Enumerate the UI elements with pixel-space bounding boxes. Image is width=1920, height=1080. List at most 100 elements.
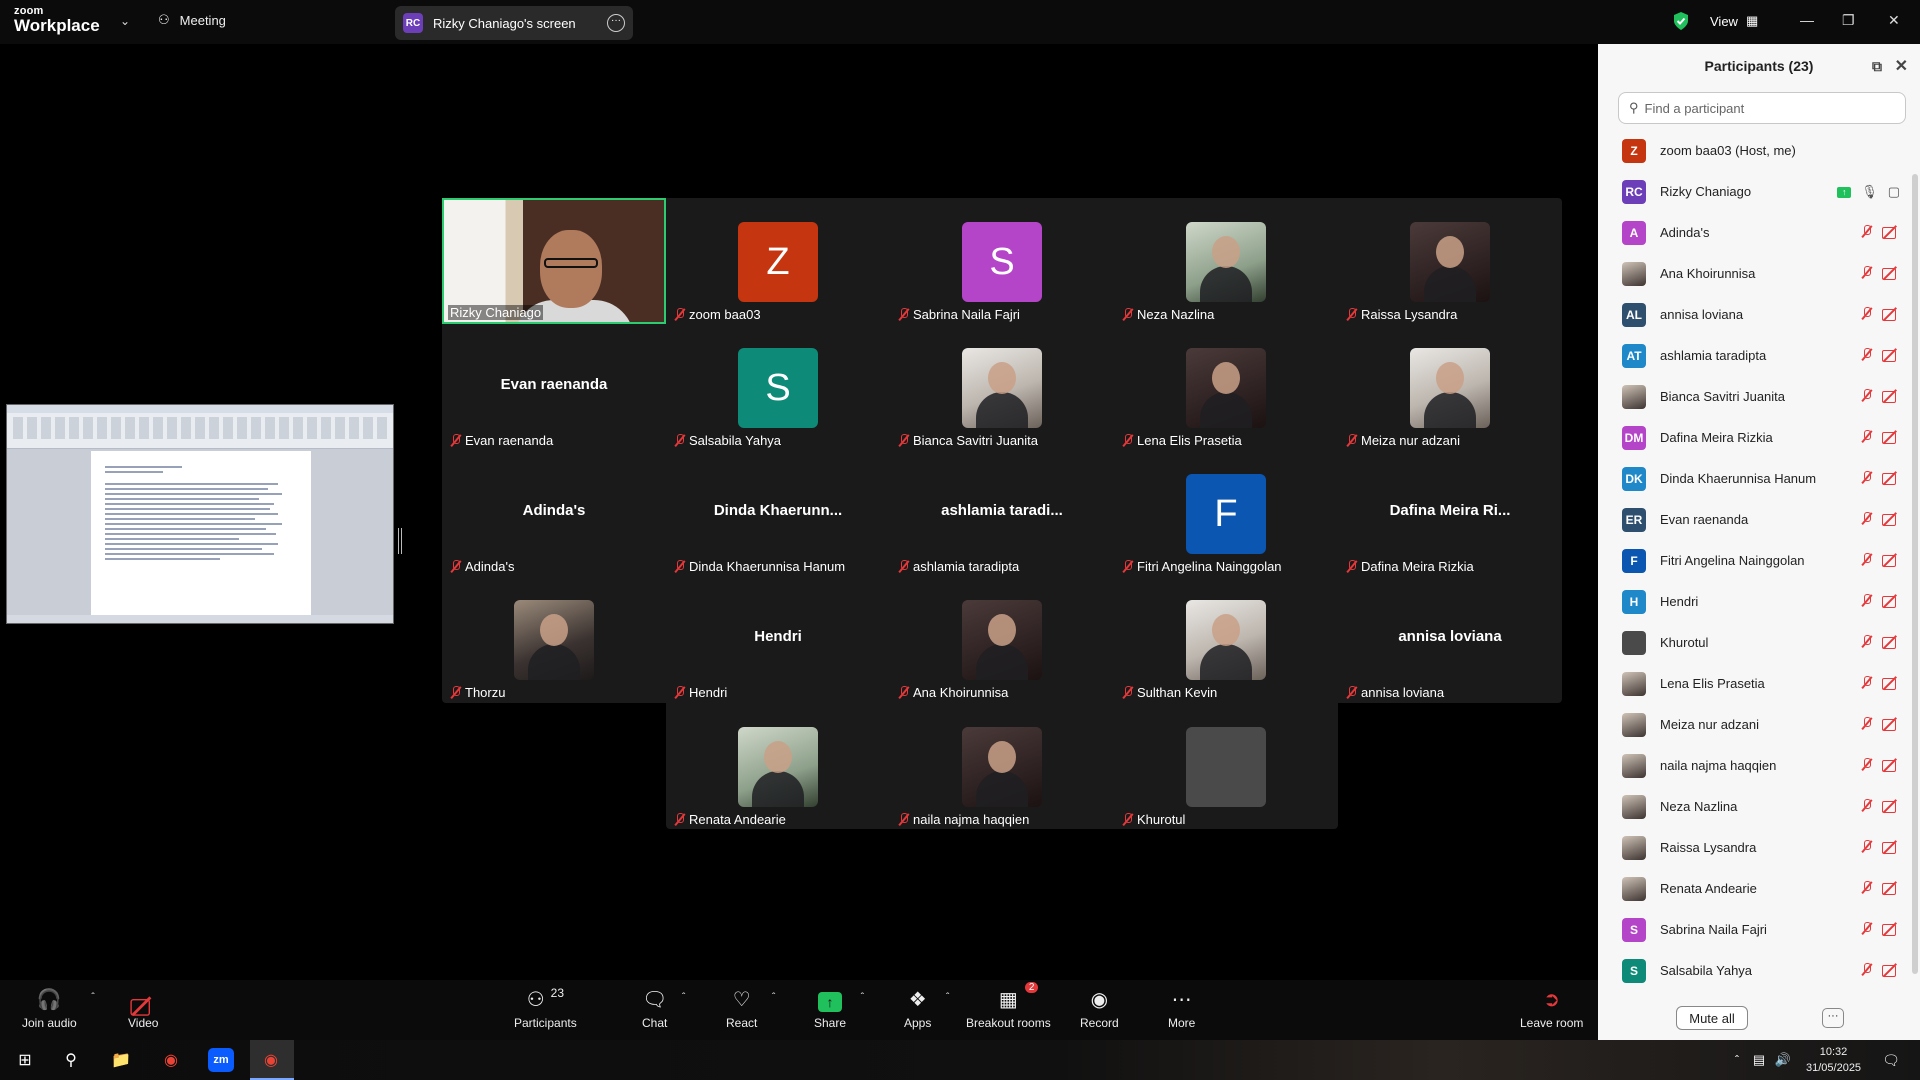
mic-muted-icon[interactable] [1861,963,1872,976]
video-off-icon[interactable] [1882,800,1900,813]
video-button[interactable]: Video [128,986,158,1030]
participant-row[interactable]: ER Evan raenanda [1598,499,1908,540]
chevron-up-icon[interactable]: ˆ [861,992,864,1003]
video-off-icon[interactable] [1882,390,1900,403]
video-tile[interactable]: annisa loviana annisa loviana [1338,576,1562,702]
close-icon[interactable]: ✕ [1888,12,1900,29]
video-tile[interactable]: Zzoom baa03 [666,198,890,324]
video-tile[interactable]: Hendri Hendri [666,576,890,702]
record-button[interactable]: ◉ Record [1080,986,1119,1030]
more-options-icon[interactable]: ··· [607,14,625,32]
mic-muted-icon[interactable] [1861,430,1872,443]
chevron-up-icon[interactable]: ˆ [91,992,94,1003]
zoom-taskbar-icon[interactable]: zm [208,1048,234,1072]
shared-screen-thumbnail[interactable] [6,404,394,624]
pop-out-icon[interactable]: ⧉ [1872,58,1882,75]
mic-muted-icon[interactable] [1861,840,1872,853]
video-off-icon[interactable] [1882,349,1900,362]
chevron-down-icon[interactable]: ⌄ [120,14,130,28]
video-tile[interactable]: ashlamia taradi... ashlamia taradipta [890,450,1114,576]
participant-search[interactable]: ⚲ [1618,92,1906,124]
resize-handle[interactable] [398,528,402,554]
mic-muted-icon[interactable] [1861,881,1872,894]
meeting-tab[interactable]: ⚇ Meeting [158,12,226,28]
video-off-icon[interactable] [1882,554,1900,567]
mute-all-button[interactable]: Mute all [1676,1006,1748,1030]
video-off-icon[interactable] [1882,513,1900,526]
video-off-icon[interactable] [1882,718,1900,731]
participant-row[interactable]: AT ashlamia taradipta [1598,335,1908,376]
video-off-icon[interactable] [1882,226,1900,239]
video-tile[interactable]: S Salsabila Yahya [666,324,890,450]
participant-row[interactable]: Ana Khoirunnisa [1598,253,1908,294]
video-tile[interactable]: Lena Elis Prasetia [1114,324,1338,450]
apps-button[interactable]: ❖ Apps ˆ [904,986,949,1030]
participant-list-scrollbar[interactable] [1912,174,1918,974]
video-tile[interactable]: S Sabrina Naila Fajri [890,198,1114,324]
taskbar-clock[interactable]: 10:32 31/05/2025 [1806,1044,1861,1076]
video-tile[interactable]: naila najma haqqien [890,703,1114,829]
participant-row[interactable]: Khurotul [1598,622,1908,663]
more-button[interactable]: ⋯ More [1168,986,1195,1030]
mic-muted-icon[interactable] [1861,471,1872,484]
video-tile[interactable]: Evan raenanda Evan raenanda [442,324,666,450]
microphone-icon[interactable]: 🎙 [1861,184,1878,200]
video-tile[interactable]: Dinda Khaerunn... Dinda Khaerunnisa Hanum [666,450,890,576]
participant-search-input[interactable] [1644,100,1885,116]
shield-icon[interactable] [1672,11,1690,31]
participant-row[interactable]: AL annisa loviana [1598,294,1908,335]
chevron-up-icon[interactable]: ˆ [772,992,775,1003]
maximize-icon[interactable]: ❐ [1842,12,1855,29]
mic-muted-icon[interactable] [1861,225,1872,238]
video-tile[interactable]: Renata Andearie [666,703,890,829]
video-off-icon[interactable] [1882,923,1900,936]
participant-row[interactable]: Meiza nur adzani [1598,704,1908,745]
file-explorer-icon[interactable]: 📁 [108,1048,134,1072]
mic-muted-icon[interactable] [1861,635,1872,648]
video-tile[interactable]: Dafina Meira Ri... Dafina Meira Rizkia [1338,450,1562,576]
mic-muted-icon[interactable] [1861,389,1872,402]
participant-row[interactable]: S Sabrina Naila Fajri [1598,909,1908,950]
mic-muted-icon[interactable] [1861,594,1872,607]
mic-muted-icon[interactable] [1861,348,1872,361]
mic-muted-icon[interactable] [1861,758,1872,771]
chat-button[interactable]: 🗨 Chat ˆ [642,986,685,1030]
video-camera-icon[interactable]: ▢ [1888,184,1900,200]
breakout-rooms-button[interactable]: ▦ 2 Breakout rooms [966,982,1051,1030]
video-off-icon[interactable] [1882,636,1900,649]
chevron-up-icon[interactable]: ˆ [682,992,685,1003]
participant-row[interactable]: H Hendri [1598,581,1908,622]
chrome-icon[interactable]: ◉ [258,1048,284,1072]
mic-muted-icon[interactable] [1861,512,1872,525]
view-button[interactable]: View ▦ [1710,13,1758,29]
mic-muted-icon[interactable] [1861,922,1872,935]
participant-row[interactable]: Bianca Savitri Juanita [1598,376,1908,417]
video-off-icon[interactable] [1882,595,1900,608]
video-tile[interactable]: Raissa Lysandra [1338,198,1562,324]
leave-room-button[interactable]: ➲ Leave room [1520,986,1583,1030]
participant-row[interactable]: DK Dinda Khaerunnisa Hanum [1598,458,1908,499]
windows-start-icon[interactable]: ⊞ [12,1048,38,1072]
participant-row[interactable]: DM Dafina Meira Rizkia [1598,417,1908,458]
video-tile[interactable]: Bianca Savitri Juanita [890,324,1114,450]
participant-row[interactable]: Zzoom baa03 (Host, me) [1598,130,1908,171]
mic-muted-icon[interactable] [1861,676,1872,689]
video-tile[interactable]: Ana Khoirunnisa [890,576,1114,702]
network-icon[interactable]: ▤ [1746,1048,1772,1072]
chevron-up-icon[interactable]: ˆ [946,992,949,1003]
video-off-icon[interactable] [1882,472,1900,485]
video-off-icon[interactable] [1882,267,1900,280]
participant-row[interactable]: RC Rizky Chaniago ↑ 🎙 ▢ [1598,171,1908,212]
video-off-icon[interactable] [1882,759,1900,772]
screen-share-tab[interactable]: RC Rizky Chaniago's screen ··· [395,6,633,40]
participant-row[interactable]: S Salsabila Yahya [1598,950,1908,991]
participant-row[interactable]: A Adinda's [1598,212,1908,253]
join-audio-button[interactable]: 🎧 Join audio ˆ [22,986,95,1030]
mic-muted-icon[interactable] [1861,717,1872,730]
volume-icon[interactable]: 🔊 [1770,1048,1796,1072]
react-button[interactable]: ♡ React ˆ [726,986,775,1030]
video-tile[interactable]: Thorzu [442,576,666,702]
video-off-icon[interactable] [1882,964,1900,977]
video-tile[interactable]: Adinda's Adinda's [442,450,666,576]
video-tile[interactable]: Khurotul [1114,703,1338,829]
